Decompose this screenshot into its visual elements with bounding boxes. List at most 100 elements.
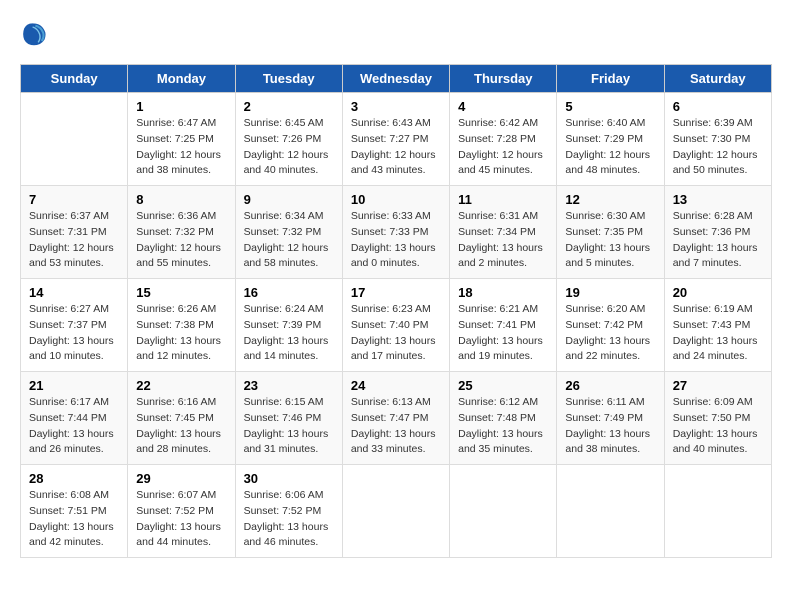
day-info: Sunrise: 6:15 AMSunset: 7:46 PMDaylight:… [244, 395, 334, 458]
calendar-table: SundayMondayTuesdayWednesdayThursdayFrid… [20, 64, 772, 558]
sunset: Sunset: 7:42 PM [565, 318, 655, 334]
calendar-cell: 11 Sunrise: 6:31 AMSunset: 7:34 PMDayligh… [450, 186, 557, 279]
day-info: Sunrise: 6:30 AMSunset: 7:35 PMDaylight:… [565, 209, 655, 272]
day-info: Sunrise: 6:27 AMSunset: 7:37 PMDaylight:… [29, 302, 119, 365]
day-number: 10 [351, 192, 441, 207]
day-number: 30 [244, 471, 334, 486]
header-day-saturday: Saturday [664, 65, 771, 93]
sunrise: Sunrise: 6:12 AM [458, 395, 548, 411]
daylight-hours: Daylight: 13 hours and 14 minutes. [244, 334, 334, 366]
day-number: 16 [244, 285, 334, 300]
day-number: 11 [458, 192, 548, 207]
daylight-hours: Daylight: 12 hours and 50 minutes. [673, 148, 763, 180]
daylight-hours: Daylight: 13 hours and 2 minutes. [458, 241, 548, 273]
daylight-hours: Daylight: 13 hours and 17 minutes. [351, 334, 441, 366]
day-number: 13 [673, 192, 763, 207]
sunset: Sunset: 7:34 PM [458, 225, 548, 241]
sunset: Sunset: 7:43 PM [673, 318, 763, 334]
calendar-cell: 13Sunrise: 6:28 AMSunset: 7:36 PMDayligh… [664, 186, 771, 279]
calendar-cell: 8Sunrise: 6:36 AMSunset: 7:32 PMDaylight… [128, 186, 235, 279]
sunset: Sunset: 7:50 PM [673, 411, 763, 427]
daylight-hours: Daylight: 13 hours and 46 minutes. [244, 520, 334, 552]
day-info: Sunrise: 6:07 AMSunset: 7:52 PMDaylight:… [136, 488, 226, 551]
sunset: Sunset: 7:30 PM [673, 132, 763, 148]
sunset: Sunset: 7:51 PM [29, 504, 119, 520]
daylight-hours: Daylight: 12 hours and 53 minutes. [29, 241, 119, 273]
sunrise: Sunrise: 6:24 AM [244, 302, 334, 318]
calendar-cell: 18Sunrise: 6:21 AMSunset: 7:41 PMDayligh… [450, 279, 557, 372]
sunrise: Sunrise: 6:26 AM [136, 302, 226, 318]
calendar-cell: 27Sunrise: 6:09 AMSunset: 7:50 PMDayligh… [664, 372, 771, 465]
day-number: 7 [29, 192, 119, 207]
daylight-hours: Daylight: 12 hours and 55 minutes. [136, 241, 226, 273]
sunrise: Sunrise: 6:07 AM [136, 488, 226, 504]
day-number: 29 [136, 471, 226, 486]
calendar-cell: 12Sunrise: 6:30 AMSunset: 7:35 PMDayligh… [557, 186, 664, 279]
day-info: Sunrise: 6:08 AMSunset: 7:51 PMDaylight:… [29, 488, 119, 551]
calendar-cell: 16Sunrise: 6:24 AMSunset: 7:39 PMDayligh… [235, 279, 342, 372]
sunrise: Sunrise: 6:47 AM [136, 116, 226, 132]
calendar-cell [664, 465, 771, 558]
day-number: 20 [673, 285, 763, 300]
daylight-hours: Daylight: 13 hours and 0 minutes. [351, 241, 441, 273]
week-row-2: 7Sunrise: 6:37 AMSunset: 7:31 PMDaylight… [21, 186, 772, 279]
sunset: Sunset: 7:32 PM [136, 225, 226, 241]
daylight-hours: Daylight: 13 hours and 26 minutes. [29, 427, 119, 459]
day-info: Sunrise: 6:17 AMSunset: 7:44 PMDaylight:… [29, 395, 119, 458]
logo-icon [20, 20, 48, 48]
week-row-3: 14Sunrise: 6:27 AMSunset: 7:37 PMDayligh… [21, 279, 772, 372]
day-info: Sunrise: 6:34 AMSunset: 7:32 PMDaylight:… [244, 209, 334, 272]
day-info: Sunrise: 6:06 AMSunset: 7:52 PMDaylight:… [244, 488, 334, 551]
sunrise: Sunrise: 6:27 AM [29, 302, 119, 318]
calendar-cell: 30 Sunrise: 6:06 AMSunset: 7:52 PMDayligh… [235, 465, 342, 558]
calendar-cell: 20 Sunrise: 6:19 AMSunset: 7:43 PMDayligh… [664, 279, 771, 372]
sunset: Sunset: 7:33 PM [351, 225, 441, 241]
calendar-cell: 24Sunrise: 6:13 AMSunset: 7:47 PMDayligh… [342, 372, 449, 465]
daylight-hours: Daylight: 13 hours and 42 minutes. [29, 520, 119, 552]
daylight-hours: Daylight: 13 hours and 10 minutes. [29, 334, 119, 366]
calendar-cell: 25Sunrise: 6:12 AMSunset: 7:48 PMDayligh… [450, 372, 557, 465]
daylight-hours: Daylight: 13 hours and 40 minutes. [673, 427, 763, 459]
sunset: Sunset: 7:29 PM [565, 132, 655, 148]
daylight-hours: Daylight: 13 hours and 31 minutes. [244, 427, 334, 459]
daylight-hours: Daylight: 13 hours and 24 minutes. [673, 334, 763, 366]
sunset: Sunset: 7:35 PM [565, 225, 655, 241]
sunset: Sunset: 7:52 PM [244, 504, 334, 520]
calendar-cell: 4Sunrise: 6:42 AMSunset: 7:28 PMDaylight… [450, 93, 557, 186]
sunrise: Sunrise: 6:31 AM [458, 209, 548, 225]
sunrise: Sunrise: 6:17 AM [29, 395, 119, 411]
calendar-cell: 1Sunrise: 6:47 AMSunset: 7:25 PMDaylight… [128, 93, 235, 186]
day-number: 24 [351, 378, 441, 393]
sunrise: Sunrise: 6:45 AM [244, 116, 334, 132]
day-number: 27 [673, 378, 763, 393]
day-number: 23 [244, 378, 334, 393]
sunset: Sunset: 7:32 PM [244, 225, 334, 241]
daylight-hours: Daylight: 13 hours and 12 minutes. [136, 334, 226, 366]
day-info: Sunrise: 6:36 AMSunset: 7:32 PMDaylight:… [136, 209, 226, 272]
calendar-cell: 22Sunrise: 6:16 AMSunset: 7:45 PMDayligh… [128, 372, 235, 465]
day-number: 6 [673, 99, 763, 114]
sunset: Sunset: 7:48 PM [458, 411, 548, 427]
sunset: Sunset: 7:31 PM [29, 225, 119, 241]
day-info: Sunrise: 6:23 AMSunset: 7:40 PMDaylight:… [351, 302, 441, 365]
day-info: Sunrise: 6:11 AMSunset: 7:49 PMDaylight:… [565, 395, 655, 458]
daylight-hours: Daylight: 12 hours and 38 minutes. [136, 148, 226, 180]
sunset: Sunset: 7:37 PM [29, 318, 119, 334]
sunset: Sunset: 7:41 PM [458, 318, 548, 334]
day-number: 2 [244, 99, 334, 114]
calendar-cell: 17Sunrise: 6:23 AMSunset: 7:40 PMDayligh… [342, 279, 449, 372]
day-info: Sunrise: 6:31 AMSunset: 7:34 PMDaylight:… [458, 209, 548, 272]
sunrise: Sunrise: 6:06 AM [244, 488, 334, 504]
daylight-hours: Daylight: 12 hours and 45 minutes. [458, 148, 548, 180]
sunrise: Sunrise: 6:15 AM [244, 395, 334, 411]
calendar-cell: 10 Sunrise: 6:33 AMSunset: 7:33 PMDayligh… [342, 186, 449, 279]
header-day-tuesday: Tuesday [235, 65, 342, 93]
sunrise: Sunrise: 6:33 AM [351, 209, 441, 225]
calendar-cell [450, 465, 557, 558]
sunrise: Sunrise: 6:19 AM [673, 302, 763, 318]
sunrise: Sunrise: 6:20 AM [565, 302, 655, 318]
day-info: Sunrise: 6:19 AMSunset: 7:43 PMDaylight:… [673, 302, 763, 365]
calendar-cell: 14Sunrise: 6:27 AMSunset: 7:37 PMDayligh… [21, 279, 128, 372]
day-info: Sunrise: 6:12 AMSunset: 7:48 PMDaylight:… [458, 395, 548, 458]
day-info: Sunrise: 6:47 AMSunset: 7:25 PMDaylight:… [136, 116, 226, 179]
